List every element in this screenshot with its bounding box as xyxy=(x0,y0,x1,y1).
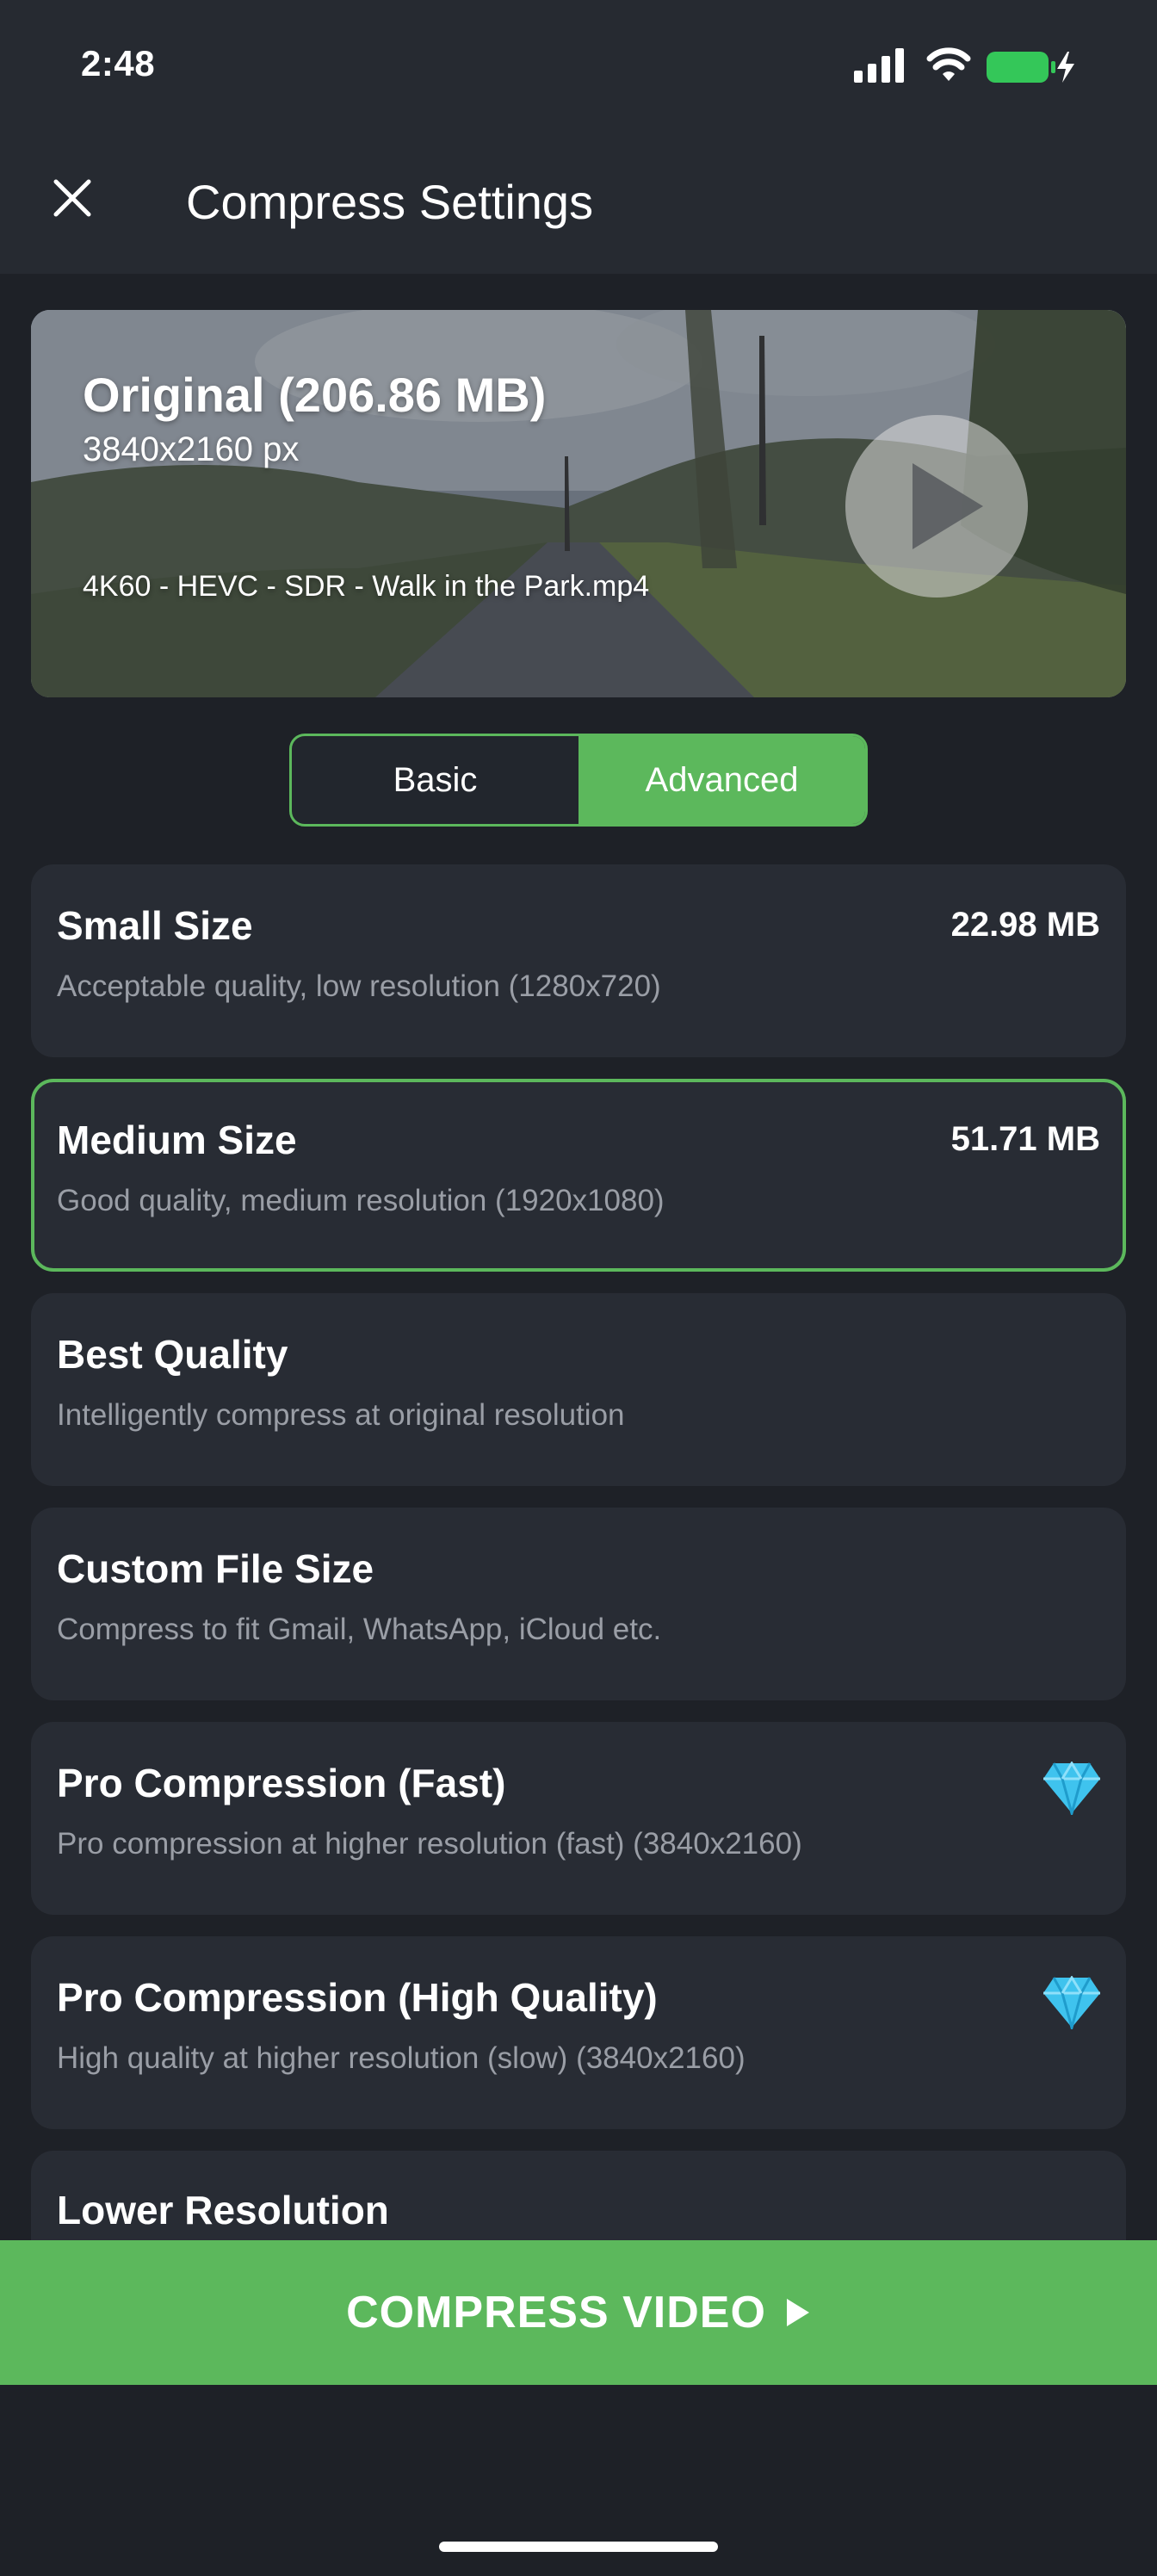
original-resolution: 3840x2160 px xyxy=(83,430,300,468)
mode-tabs: Basic Advanced xyxy=(289,734,868,827)
play-arrow-icon xyxy=(786,2299,809,2326)
video-filename: 4K60 - HEVC - SDR - Walk in the Park.mp4 xyxy=(83,570,650,603)
option-title: Pro Compression (Fast) xyxy=(57,1761,506,1805)
option-medium-size[interactable]: Medium Size 51.71 MB Good quality, mediu… xyxy=(31,1079,1126,1272)
option-description: Pro compression at higher resolution (fa… xyxy=(57,1827,802,1861)
option-custom-file-size[interactable]: Custom File Size Compress to fit Gmail, … xyxy=(31,1508,1126,1700)
diamond-icon xyxy=(1043,1976,1100,2029)
compress-video-button[interactable]: COMPRESS VIDEO xyxy=(0,2240,1157,2385)
option-description: Compress to fit Gmail, WhatsApp, iCloud … xyxy=(57,1613,662,1646)
option-title: Pro Compression (High Quality) xyxy=(57,1975,658,2020)
option-description: Good quality, medium resolution (1920x10… xyxy=(57,1184,665,1217)
option-pro-compression-high-quality[interactable]: Pro Compression (High Quality) High qual… xyxy=(31,1936,1126,2129)
option-title: Small Size xyxy=(57,903,253,948)
home-indicator[interactable] xyxy=(439,2542,718,2552)
option-title: Lower Resolution xyxy=(57,2188,389,2232)
original-size-title: Original (206.86 MB) xyxy=(83,368,547,422)
option-title: Best Quality xyxy=(57,1332,288,1377)
battery-charging-icon xyxy=(987,52,1074,83)
option-description: High quality at higher resolution (slow)… xyxy=(57,2041,746,2075)
option-description: Intelligently compress at original resol… xyxy=(57,1398,625,1432)
page-title: Compress Settings xyxy=(186,175,594,229)
tab-advanced[interactable]: Advanced xyxy=(578,736,865,824)
option-size: 22.98 MB xyxy=(950,906,1100,944)
compress-settings-screen: 2:48 Compress Settings Original (206.86 … xyxy=(0,0,1157,2576)
play-button[interactable] xyxy=(845,415,1028,598)
diamond-icon xyxy=(1043,1762,1100,1815)
option-size: 51.71 MB xyxy=(950,1120,1100,1158)
option-title: Medium Size xyxy=(57,1118,297,1162)
play-icon xyxy=(913,463,983,549)
option-title: Custom File Size xyxy=(57,1546,374,1591)
tab-basic[interactable]: Basic xyxy=(292,736,578,824)
wifi-icon xyxy=(926,47,971,81)
option-pro-compression-fast[interactable]: Pro Compression (Fast) Pro compression a… xyxy=(31,1722,1126,1915)
option-best-quality[interactable]: Best Quality Intelligently compress at o… xyxy=(31,1293,1126,1486)
video-preview[interactable]: Original (206.86 MB) 3840x2160 px 4K60 -… xyxy=(31,310,1126,697)
close-icon xyxy=(53,179,91,217)
signal-icon xyxy=(854,48,904,83)
close-button[interactable] xyxy=(46,172,98,224)
option-description: Acceptable quality, low resolution (1280… xyxy=(57,969,661,1003)
status-time: 2:48 xyxy=(81,43,156,84)
top-bar: 2:48 Compress Settings xyxy=(0,0,1157,274)
status-icons xyxy=(854,45,1078,86)
option-small-size[interactable]: Small Size 22.98 MB Acceptable quality, … xyxy=(31,864,1126,1057)
compress-video-label: COMPRESS VIDEO xyxy=(346,2288,766,2338)
